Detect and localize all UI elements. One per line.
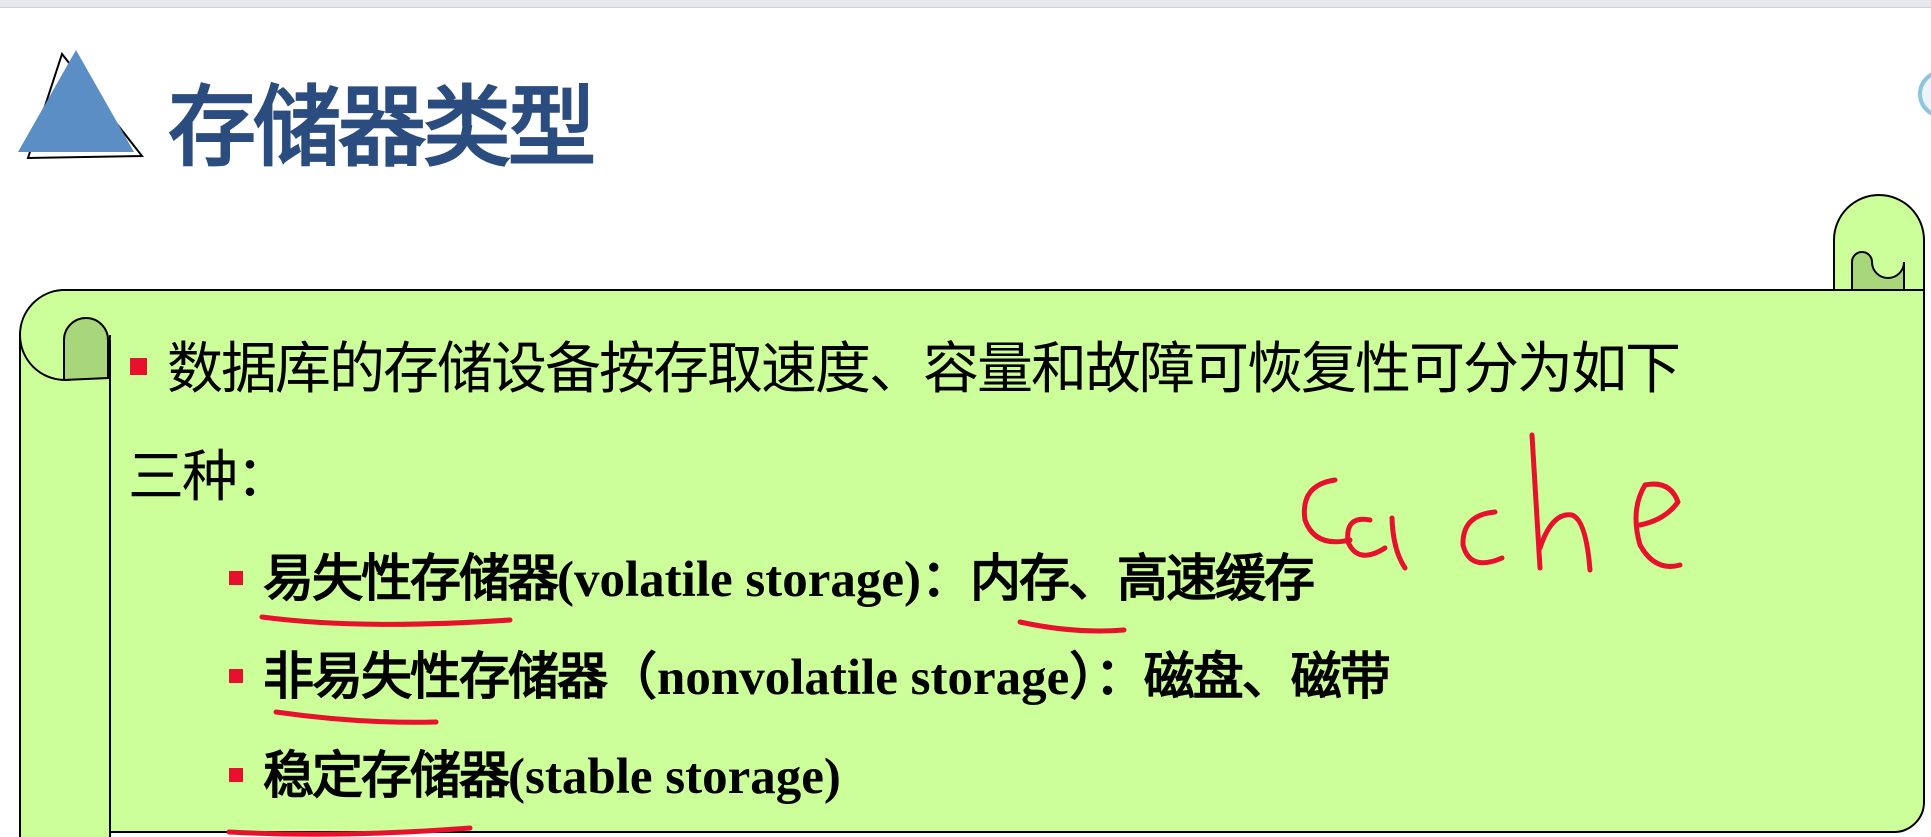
main-bullet-line: 数据库的存储设备按存取速度、容量和故障可恢复性可分为如下 (130, 332, 1681, 408)
list-item: 稳定存储器(stable storage) (229, 742, 841, 812)
list-item: 易失性存储器(volatile storage)：内存、高速缓存 (229, 545, 1315, 615)
square-bullet-icon (229, 768, 243, 782)
item-english: (volatile storage) (557, 552, 921, 608)
slide-content: 数据库的存储设备按存取速度、容量和故障可恢复性可分为如下 三种： 易失性存储器(… (0, 0, 1931, 837)
list-item: 非易失性存储器（nonvolatile storage）：磁盘、磁带 (229, 643, 1391, 713)
item-term: 稳定存储器 (263, 747, 510, 806)
item-examples: 内存、高速缓存 (969, 550, 1315, 609)
square-bullet-icon (130, 358, 147, 376)
main-point-continuation: 三种： (128, 445, 292, 510)
main-point-text: 数据库的存储设备按存取速度、容量和故障可恢复性可分为如下 (167, 337, 1681, 402)
item-separator: ： (920, 550, 972, 609)
item-english: （nonvolatile storage） (606, 650, 1095, 706)
item-term: 非易失性存储器 (263, 648, 608, 707)
item-term: 易失性存储器 (263, 550, 559, 609)
square-bullet-icon (229, 669, 243, 683)
square-bullet-icon (229, 571, 243, 585)
item-english: (stable storage) (508, 749, 841, 805)
item-examples: 磁盘、磁带 (1143, 648, 1391, 707)
item-separator: ： (1094, 648, 1146, 707)
